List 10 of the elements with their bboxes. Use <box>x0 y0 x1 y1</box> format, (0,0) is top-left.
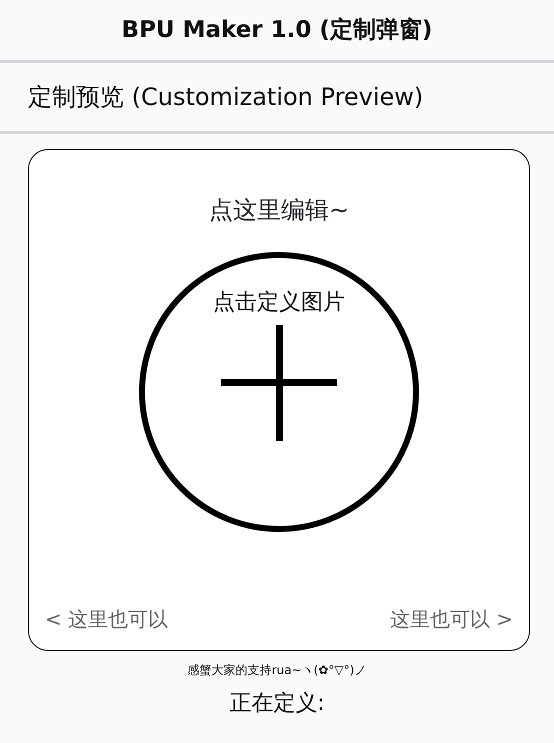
next-link[interactable]: 这里也可以 > <box>390 604 513 634</box>
image-label: 点击定义图片 <box>212 289 346 317</box>
plus-icon <box>221 325 337 441</box>
image-picker[interactable]: 点击定义图片 <box>139 252 419 532</box>
thanks-text: 感蟹大家的支持rua~ヽ(✿°▽°)ノ <box>188 662 366 679</box>
section-title: 定制预览 (Customization Preview) <box>28 82 424 113</box>
edit-text-button[interactable]: 点这里编辑~ <box>208 192 350 228</box>
previous-link[interactable]: < 这里也可以 <box>45 604 168 634</box>
window-title: BPU Maker 1.0 (定制弹窗) <box>122 16 432 45</box>
status-label: 正在定义: <box>229 690 325 718</box>
